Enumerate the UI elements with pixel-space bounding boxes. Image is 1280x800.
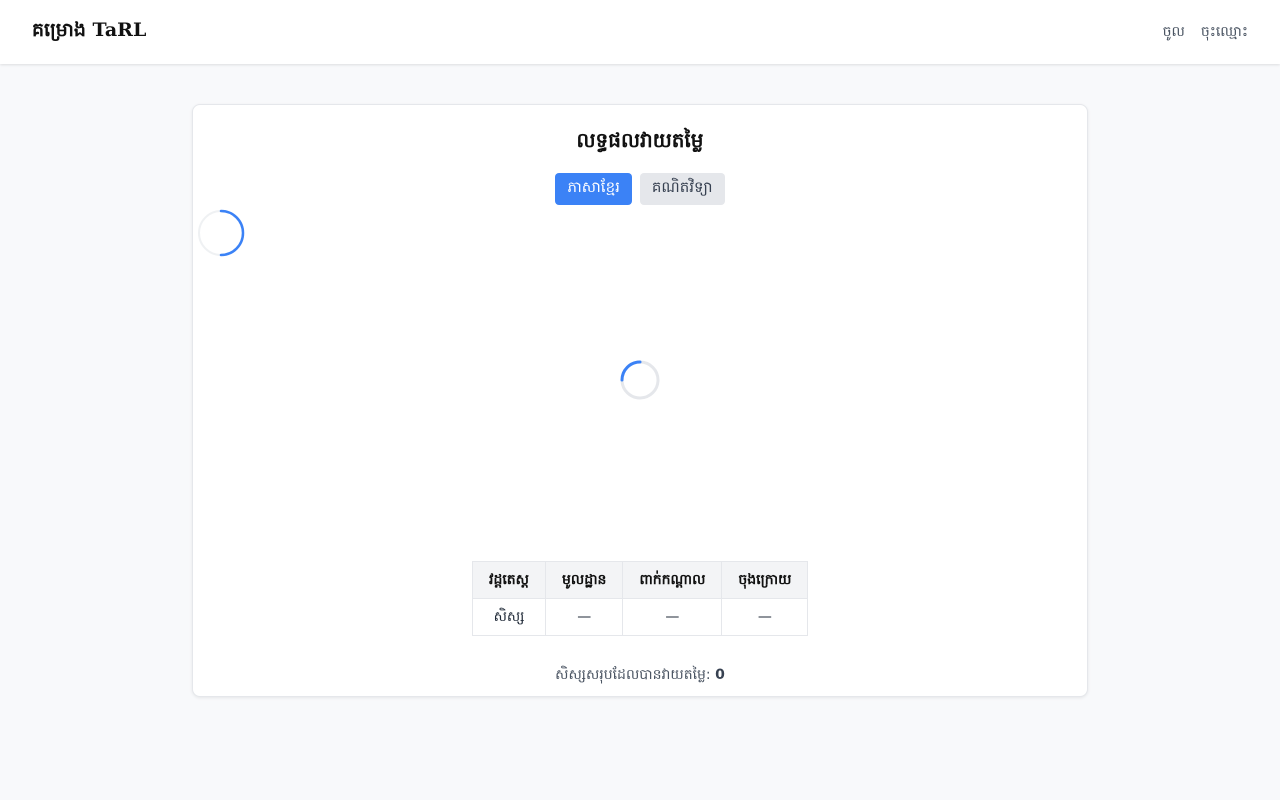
table-cell-midline: — <box>622 598 723 636</box>
table-cell-baseline: — <box>544 598 624 636</box>
subject-tabs: ភាសាខ្មែរ គណិតវិទ្យា <box>193 173 1087 205</box>
tab-khmer[interactable]: ភាសាខ្មែរ <box>555 173 632 205</box>
brand-logo-link[interactable]: គម្រោង TaRL <box>32 18 146 46</box>
table-header-row: វដ្តតេស្ត មូលដ្ឋាន ពាក់កណ្តាល ចុងក្រោយ <box>472 561 809 599</box>
results-table: វដ្តតេស្ត មូលដ្ឋាន ពាក់កណ្តាល ចុងក្រោយ ស… <box>472 561 809 636</box>
table-cell-label: សិស្ស <box>472 598 546 636</box>
total-assessed-value: 0 <box>715 667 725 683</box>
column-header-test-cycle: វដ្តតេស្ត <box>472 561 546 599</box>
auth-nav: ចូល ចុះឈ្មោះ <box>1163 22 1248 43</box>
top-navbar: គម្រោង TaRL ចូល ចុះឈ្មោះ <box>0 0 1280 64</box>
assessment-results-card: លទ្ធផលវាយតម្លៃ ភាសាខ្មែរ គណិតវិទ្យា វដ្ត… <box>192 104 1088 697</box>
table-cell-endline: — <box>721 598 809 636</box>
tab-math[interactable]: គណិតវិទ្យា <box>639 173 725 205</box>
page-title: លទ្ធផលវាយតម្លៃ <box>576 128 704 152</box>
column-header-midline: ពាក់កណ្តាល <box>622 561 723 599</box>
total-assessed-label: សិស្សសរុបដែលបានវាយតម្លៃ: <box>555 667 711 683</box>
chart-loading-spinner-icon <box>620 360 660 400</box>
login-link[interactable]: ចូល <box>1163 22 1185 43</box>
loading-spinner-icon <box>198 209 245 257</box>
total-assessed-summary: សិស្សសរុបដែលបានវាយតម្លៃ: 0 <box>193 665 1087 686</box>
register-link[interactable]: ចុះឈ្មោះ <box>1201 22 1248 43</box>
table-row: សិស្ស — — — <box>472 598 809 636</box>
column-header-baseline: មូលដ្ឋាន <box>544 561 624 599</box>
column-header-endline: ចុងក្រោយ <box>721 561 809 599</box>
